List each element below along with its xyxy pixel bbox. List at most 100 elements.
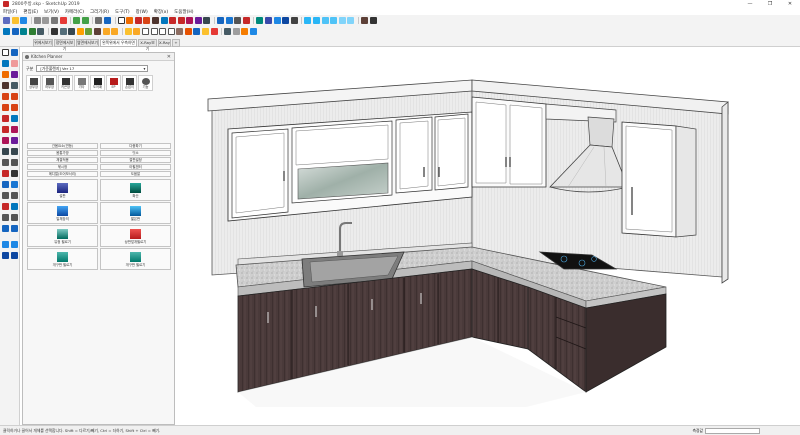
extension-3-icon[interactable] bbox=[2, 252, 9, 259]
undo-icon[interactable] bbox=[73, 17, 81, 24]
tab-front-view[interactable]: 정면에서보기 bbox=[54, 39, 75, 51]
menu-edit[interactable]: 편집(E) bbox=[23, 9, 38, 15]
rectangle-icon[interactable] bbox=[151, 17, 159, 24]
section-display-icon[interactable] bbox=[11, 225, 18, 232]
panel-close-button[interactable]: ✕ bbox=[167, 54, 171, 60]
new-file-icon[interactable] bbox=[3, 17, 10, 24]
door-tool-icon[interactable] bbox=[59, 28, 67, 35]
freehand-icon[interactable] bbox=[11, 71, 18, 78]
erase-icon[interactable] bbox=[59, 17, 67, 24]
zoom-extents-tool-icon[interactable] bbox=[2, 203, 9, 210]
zoom-icon[interactable] bbox=[234, 17, 242, 24]
big-command-button[interactable]: 상판덮개필르기 bbox=[100, 225, 171, 247]
big-command-button[interactable]: 짧은판 bbox=[100, 202, 171, 224]
cabinet-tool-icon[interactable] bbox=[124, 28, 132, 35]
measure-tool-icon[interactable] bbox=[193, 28, 201, 35]
solid-icon[interactable] bbox=[37, 28, 45, 35]
sink-tool-icon[interactable] bbox=[141, 28, 149, 35]
paint-bucket-icon[interactable] bbox=[2, 60, 9, 67]
orbit-icon[interactable] bbox=[217, 17, 225, 24]
push-pull-tool-icon[interactable] bbox=[11, 115, 18, 122]
window-tool-icon[interactable] bbox=[68, 28, 76, 35]
command-button[interactable]: 도움말 bbox=[100, 171, 171, 177]
dimension-icon[interactable] bbox=[11, 148, 18, 155]
icon-tall-cabinet[interactable]: 키큰장 bbox=[58, 75, 73, 91]
big-command-button[interactable]: 개구판 필르기 bbox=[100, 248, 171, 270]
tab-xray[interactable]: X-Ray bbox=[158, 39, 171, 47]
floor-icon[interactable] bbox=[93, 28, 101, 35]
scale-tool-icon[interactable] bbox=[2, 137, 9, 144]
extension-icon[interactable] bbox=[2, 241, 9, 248]
left-view-icon[interactable] bbox=[347, 17, 355, 24]
icon-handle[interactable]: 손잡이 bbox=[122, 75, 137, 91]
close-button[interactable]: ✕ bbox=[780, 0, 800, 8]
menu-draw[interactable]: 그리기(R) bbox=[90, 9, 109, 15]
save-icon[interactable] bbox=[20, 17, 28, 24]
circle-icon[interactable] bbox=[2, 93, 9, 100]
3d-text-icon[interactable] bbox=[11, 170, 18, 177]
category-select[interactable]: [가준풀렌지] Ver 17 ▾ bbox=[36, 65, 149, 72]
styles-icon[interactable] bbox=[282, 17, 290, 24]
info-icon[interactable] bbox=[250, 28, 258, 35]
paste-icon[interactable] bbox=[50, 17, 58, 24]
command-button[interactable]: 체결적용 bbox=[27, 157, 98, 163]
rotate-icon[interactable] bbox=[177, 17, 185, 24]
menu-view[interactable]: 보기(V) bbox=[44, 9, 59, 15]
position-camera-icon[interactable] bbox=[11, 214, 18, 221]
shelf-tool-icon[interactable] bbox=[159, 28, 167, 35]
zoom-tool-icon[interactable] bbox=[2, 192, 9, 199]
right-view-icon[interactable] bbox=[330, 17, 338, 24]
tape-measure-icon[interactable] bbox=[203, 17, 211, 24]
polygon-icon[interactable] bbox=[11, 93, 18, 100]
menu-tools[interactable]: 도구(T) bbox=[115, 9, 130, 15]
component-tool-icon[interactable] bbox=[11, 49, 18, 56]
light-icon[interactable] bbox=[102, 28, 110, 35]
shadow-icon[interactable] bbox=[360, 17, 368, 24]
top-view-icon[interactable] bbox=[313, 17, 320, 24]
tab-xray-view[interactable]: X-Ray보기 bbox=[138, 39, 157, 51]
lamp-icon[interactable] bbox=[111, 28, 119, 35]
offset-tool-icon[interactable] bbox=[11, 137, 18, 144]
command-button[interactable]: 메디얼(도어모서리) bbox=[27, 171, 98, 177]
pencil-icon[interactable] bbox=[126, 17, 134, 24]
print-icon[interactable] bbox=[95, 17, 103, 24]
axes-icon[interactable] bbox=[2, 170, 9, 177]
hood-tool-icon[interactable] bbox=[150, 28, 158, 35]
zoom-extents-icon[interactable] bbox=[242, 17, 250, 24]
pan-icon[interactable] bbox=[225, 17, 233, 24]
rotated-rect-icon[interactable] bbox=[11, 82, 18, 89]
materials-icon[interactable] bbox=[273, 17, 281, 24]
brick-icon[interactable] bbox=[184, 28, 192, 35]
menu-camera[interactable]: 카메라(C) bbox=[65, 9, 84, 15]
extension-2-icon[interactable] bbox=[11, 241, 18, 248]
menu-help[interactable]: 도움말(H) bbox=[174, 9, 193, 15]
extension-4-icon[interactable] bbox=[11, 252, 18, 259]
plugin-icon[interactable] bbox=[3, 28, 10, 35]
rotate-tool-icon[interactable] bbox=[2, 126, 9, 133]
walk-icon[interactable] bbox=[11, 203, 18, 210]
big-command-button[interactable]: 개구판 필르기 bbox=[27, 248, 98, 270]
icon-ep[interactable]: EP bbox=[106, 75, 121, 91]
orbit-tool-icon[interactable] bbox=[2, 181, 9, 188]
model-viewport[interactable] bbox=[176, 47, 800, 425]
move-tool-icon[interactable] bbox=[2, 115, 9, 122]
maximize-button[interactable]: ❐ bbox=[760, 0, 780, 8]
command-button[interactable]: 아필겐터 bbox=[100, 164, 171, 170]
measurements-input[interactable] bbox=[705, 428, 760, 434]
warehouse-icon[interactable] bbox=[256, 17, 264, 24]
icon-door[interactable]: 도어패 bbox=[90, 75, 105, 91]
components-icon[interactable] bbox=[265, 17, 273, 24]
big-command-button[interactable]: 설판 bbox=[27, 179, 98, 201]
tag-icon[interactable] bbox=[202, 28, 210, 35]
big-command-button[interactable]: 유정 필르기 bbox=[27, 225, 98, 247]
minimize-button[interactable]: — bbox=[740, 0, 760, 8]
command-button[interactable]: 간몸요소(연등) bbox=[27, 143, 98, 149]
push-pull-icon[interactable] bbox=[160, 17, 168, 24]
select-tool-icon[interactable] bbox=[2, 49, 9, 56]
command-button[interactable]: 몸통가방 bbox=[27, 150, 98, 156]
tab-side-view[interactable]: 옆면에서보기 bbox=[76, 39, 99, 47]
open-folder-icon[interactable] bbox=[11, 17, 19, 24]
layers-icon[interactable] bbox=[290, 17, 298, 24]
material-tool-icon[interactable] bbox=[76, 28, 84, 35]
front-view-icon[interactable] bbox=[321, 17, 329, 24]
